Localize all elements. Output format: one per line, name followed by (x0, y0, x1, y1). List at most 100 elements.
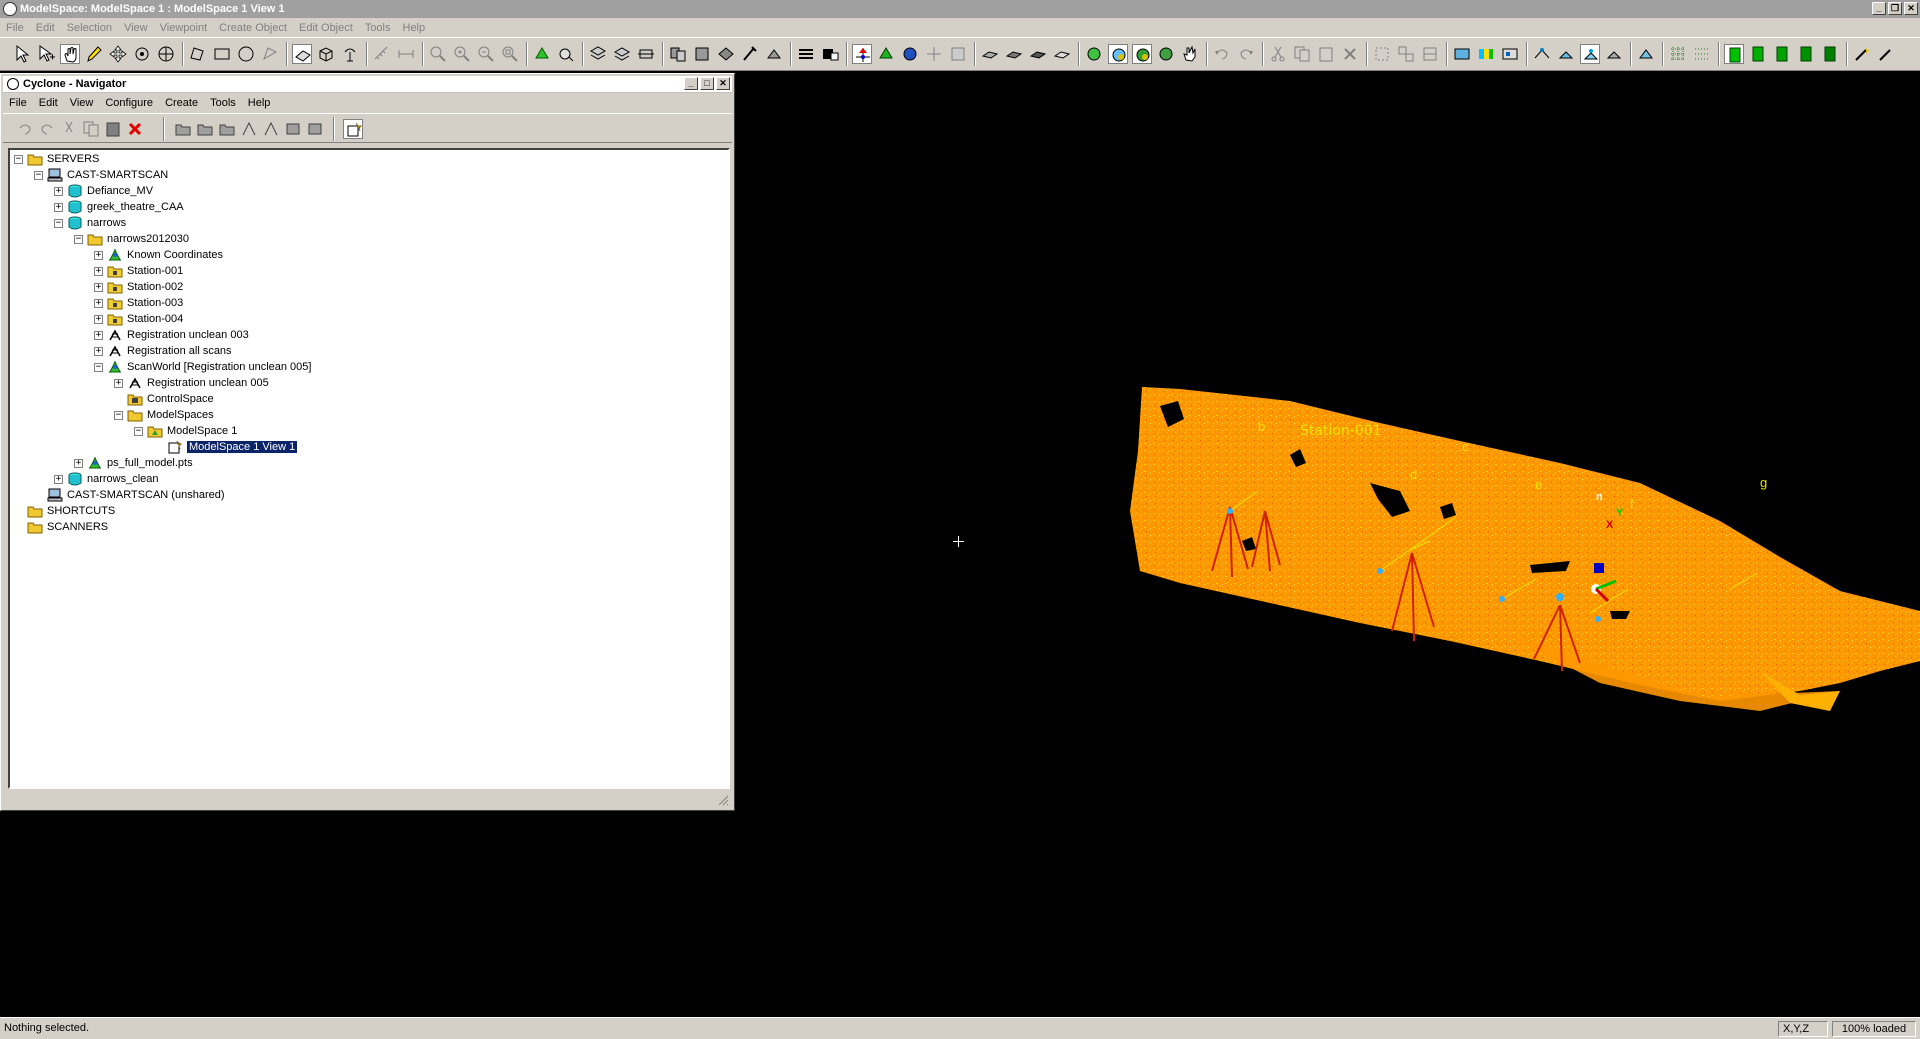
group-icon[interactable] (1372, 44, 1392, 64)
menu-create-object[interactable]: Create Object (213, 22, 293, 34)
menu-file[interactable]: File (0, 22, 30, 34)
nav-copy-icon[interactable] (81, 119, 101, 139)
green-bar-1-icon[interactable] (1724, 44, 1744, 64)
tree-item[interactable]: SCANNERS (14, 519, 108, 535)
nav-delete-icon[interactable] (125, 119, 145, 139)
tree-item[interactable]: − ModelSpace 1 (134, 423, 237, 439)
expand-icon[interactable]: + (94, 266, 103, 276)
measure-icon[interactable] (372, 44, 392, 64)
tree-item[interactable]: + ps_full_model.pts (74, 455, 193, 471)
zoom-out-icon[interactable] (476, 44, 496, 64)
surface-flat-icon[interactable] (1052, 44, 1072, 64)
nav-new-view-icon[interactable] (283, 119, 303, 139)
clear-fence-icon[interactable] (260, 44, 280, 64)
pencil-icon[interactable] (84, 44, 104, 64)
nav-new-scanworld-icon[interactable] (261, 119, 281, 139)
close-button[interactable]: ✕ (1904, 2, 1918, 15)
nav-menu-create[interactable]: Create (159, 97, 204, 109)
tree-item[interactable]: + Known Coordinates (94, 247, 223, 263)
delete-icon[interactable] (1340, 44, 1360, 64)
tree-item[interactable]: − SERVERS (14, 151, 99, 167)
nav-menu-view[interactable]: View (64, 97, 100, 109)
measure-distance-icon[interactable] (396, 44, 416, 64)
tree-item[interactable]: SHORTCUTS (14, 503, 115, 519)
target-acquire-icon[interactable] (1580, 44, 1600, 64)
tree-item[interactable]: ModelSpace 1 View 1 (154, 439, 299, 455)
point-cloud-icon[interactable] (1452, 44, 1472, 64)
scan-fit-icon[interactable] (1604, 44, 1624, 64)
expand-icon[interactable]: + (114, 378, 123, 388)
tree-item[interactable]: + Registration unclean 003 (94, 327, 249, 343)
collapse-icon[interactable]: − (134, 426, 143, 436)
tree-item[interactable]: ControlSpace (114, 391, 214, 407)
nav-menu-tools[interactable]: Tools (204, 97, 242, 109)
navigator-maximize-button[interactable]: □ (700, 77, 714, 90)
nav-undo-icon[interactable] (15, 119, 35, 139)
tree-item[interactable]: + Station-002 (94, 279, 183, 295)
copy-icon[interactable] (1292, 44, 1312, 64)
copy-object-icon[interactable] (668, 44, 688, 64)
expand-icon[interactable]: + (94, 314, 103, 324)
undo-icon[interactable] (1212, 44, 1232, 64)
stack-icon[interactable] (796, 44, 816, 64)
nav-paste-icon[interactable] (103, 119, 123, 139)
orbit-icon[interactable] (156, 44, 176, 64)
surface-icon[interactable] (980, 44, 1000, 64)
fence-rectangle-icon[interactable] (212, 44, 232, 64)
collapse-icon[interactable]: − (54, 218, 63, 228)
menu-viewpoint[interactable]: Viewpoint (154, 22, 214, 34)
menu-help[interactable]: Help (397, 22, 432, 34)
tree-item[interactable]: + Registration all scans (94, 343, 232, 359)
true-color-icon[interactable] (1156, 44, 1176, 64)
tree-item[interactable]: − CAST-SMARTSCAN (34, 167, 168, 183)
scan-icon[interactable] (1532, 44, 1552, 64)
tree-item[interactable]: − ModelSpaces (114, 407, 214, 423)
hide-object-icon[interactable] (716, 44, 736, 64)
registration-icon[interactable] (852, 44, 872, 64)
redo-icon[interactable] (1236, 44, 1256, 64)
menu-edit-object[interactable]: Edit Object (293, 22, 359, 34)
nav-new-registration-icon[interactable] (239, 119, 259, 139)
regen-icon[interactable] (532, 44, 552, 64)
ungroup-icon[interactable] (1396, 44, 1416, 64)
target-icon[interactable] (924, 44, 944, 64)
scanner-icon[interactable] (1556, 44, 1576, 64)
intensity-map-icon[interactable] (1132, 44, 1152, 64)
unify-icon[interactable] (948, 44, 968, 64)
tree-item[interactable]: − narrows2012030 (74, 231, 189, 247)
menu-view[interactable]: View (118, 22, 154, 34)
box-view-icon[interactable] (316, 44, 336, 64)
hand-tool-icon[interactable] (1180, 44, 1200, 64)
wand-icon[interactable] (1852, 44, 1872, 64)
sections-icon[interactable] (612, 44, 632, 64)
tree-item[interactable]: + Defiance_MV (54, 183, 153, 199)
nav-menu-file[interactable]: File (3, 97, 33, 109)
tree-item[interactable]: − ScanWorld [Registration unclean 005] (94, 359, 311, 375)
nav-new-modelspace-icon[interactable] (217, 119, 237, 139)
multi-select-icon[interactable] (36, 44, 56, 64)
tree-item[interactable]: − narrows (54, 215, 126, 231)
pan-hand-icon[interactable] (60, 44, 80, 64)
green-bar-4-icon[interactable] (1796, 44, 1816, 64)
menu-edit[interactable]: Edit (30, 22, 61, 34)
paste-icon[interactable] (1316, 44, 1336, 64)
nav-new-control-icon[interactable] (305, 119, 325, 139)
select-arrow-icon[interactable] (12, 44, 32, 64)
constraint-icon[interactable] (876, 44, 896, 64)
multi-pick-icon[interactable] (764, 44, 784, 64)
collapse-icon[interactable]: − (14, 154, 23, 164)
collapse-icon[interactable]: − (114, 410, 123, 420)
nav-new-project-icon[interactable] (195, 119, 215, 139)
expand-icon[interactable]: + (94, 346, 103, 356)
tree-item[interactable]: + narrows_clean (54, 471, 159, 487)
nav-menu-configure[interactable]: Configure (99, 97, 159, 109)
navigator-tree[interactable]: − SERVERS − CAST-SMARTSCAN + Defiance_MV + gree… (8, 148, 730, 789)
zoom-in-icon[interactable] (452, 44, 472, 64)
nav-new-folder-icon[interactable] (173, 119, 193, 139)
menu-selection[interactable]: Selection (61, 22, 118, 34)
nav-cut-icon[interactable] (59, 119, 79, 139)
tree-item[interactable]: + Station-004 (94, 311, 183, 327)
expand-icon[interactable]: + (54, 186, 63, 196)
expand-icon[interactable]: + (94, 250, 103, 260)
navigator-close-button[interactable]: ✕ (716, 77, 730, 90)
